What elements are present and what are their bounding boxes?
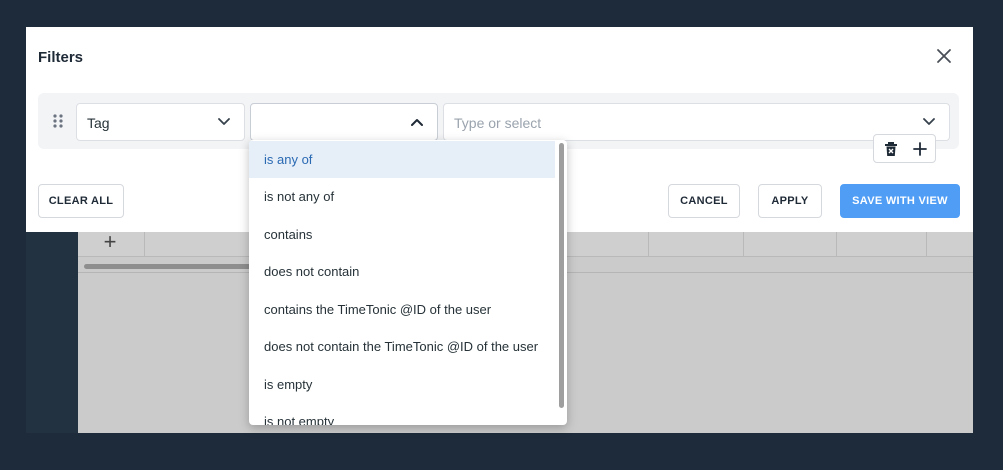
add-filter-button[interactable] (911, 140, 929, 158)
grid-line (144, 231, 145, 257)
background-scrollbar (84, 264, 254, 269)
grid-line (836, 231, 837, 257)
dialog-title: Filters (38, 49, 84, 66)
field-select[interactable]: Tag (76, 103, 245, 141)
operator-option[interactable]: does not contain the TimeTonic @ID of th… (249, 328, 555, 365)
dropdown-scrollbar[interactable] (559, 143, 564, 408)
operator-dropdown: is any of is not any of contains does no… (249, 140, 567, 425)
operator-option[interactable]: contains the TimeTonic @ID of the user (249, 291, 555, 328)
operator-option[interactable]: contains (249, 216, 555, 253)
plus-icon (913, 142, 927, 156)
row-actions (873, 134, 936, 163)
cancel-button[interactable]: CANCEL (668, 184, 740, 218)
chevron-up-icon (411, 119, 423, 126)
operator-option[interactable]: is any of (249, 141, 555, 178)
operator-option[interactable]: does not contain (249, 253, 555, 290)
close-icon (937, 49, 951, 63)
background-add-row-button: + (103, 229, 117, 254)
operator-option[interactable]: is not any of (249, 178, 555, 215)
chevron-down-icon (923, 118, 935, 125)
close-button[interactable] (935, 47, 953, 65)
save-with-view-button[interactable]: SAVE WITH VIEW (840, 184, 960, 218)
background-sidebar (26, 231, 78, 433)
operator-option[interactable]: is not empty (249, 403, 555, 425)
clear-all-button[interactable]: CLEAR ALL (38, 184, 124, 218)
delete-filter-button[interactable] (882, 140, 900, 158)
apply-button[interactable]: APPLY (758, 184, 822, 218)
chevron-down-icon (218, 118, 230, 125)
drag-handle[interactable] (52, 113, 64, 129)
grid-line (926, 231, 927, 257)
grid-line (743, 231, 744, 257)
trash-icon (885, 142, 897, 156)
operator-option[interactable]: is empty (249, 366, 555, 403)
drag-handle-icon (53, 114, 63, 128)
operator-select[interactable] (250, 103, 438, 141)
field-select-value: Tag (87, 115, 110, 131)
grid-line (648, 231, 649, 257)
value-input-placeholder: Type or select (454, 115, 542, 131)
